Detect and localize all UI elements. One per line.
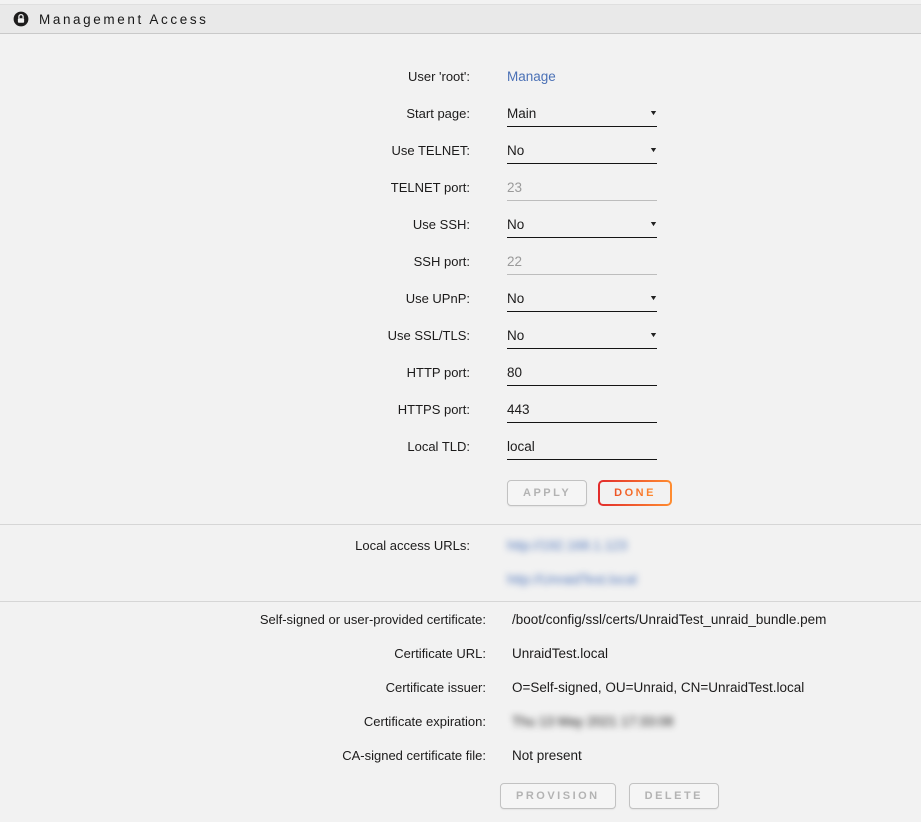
use-ssl-tls-selected-value: No xyxy=(507,328,524,343)
done-button[interactable]: DONE xyxy=(598,480,672,506)
chevron-down-icon: ▼ xyxy=(649,147,658,154)
form-row-user-root: User 'root': Manage xyxy=(0,58,921,95)
local-tld-label: Local TLD: xyxy=(0,439,470,454)
certificate-url-label: Certificate URL: xyxy=(0,646,486,661)
telnet-port-label: TELNET port: xyxy=(0,180,470,195)
certificate-issuer-label: Certificate issuer: xyxy=(0,680,486,695)
http-port-input[interactable]: 80 xyxy=(507,365,657,386)
ssh-port-input: 22 xyxy=(507,254,657,275)
local-access-label: Local access URLs: xyxy=(0,529,470,597)
start-page-label: Start page: xyxy=(0,106,470,121)
form-row-start-page: Start page: Main ▼ xyxy=(0,95,921,132)
lock-circle-icon xyxy=(13,11,29,27)
use-telnet-selected-value: No xyxy=(507,143,524,158)
start-page-select[interactable]: Main ▼ xyxy=(507,106,657,127)
done-button-label: DONE xyxy=(614,487,656,499)
chevron-down-icon: ▼ xyxy=(649,110,658,117)
form-row-ssh-port: SSH port: 22 xyxy=(0,243,921,280)
chevron-down-icon: ▼ xyxy=(649,332,658,339)
local-access-links: http://192.168.1.123http://UnraidTest.lo… xyxy=(507,529,637,597)
use-telnet-label: Use TELNET: xyxy=(0,143,470,158)
cert-row-ca-signed-certificate-file: CA-signed certificate file: Not present xyxy=(0,738,921,772)
https-port-value: 443 xyxy=(507,402,530,417)
http-port-value: 80 xyxy=(507,365,522,380)
telnet-port-input: 23 xyxy=(507,180,657,201)
use-ssl-tls-select[interactable]: No ▼ xyxy=(507,328,657,349)
user-root-label: User 'root': xyxy=(0,69,470,84)
form-row-http-port: HTTP port: 80 xyxy=(0,354,921,391)
ssh-port-label: SSH port: xyxy=(0,254,470,269)
use-upnp-label: Use UPnP: xyxy=(0,291,470,306)
chevron-down-icon: ▼ xyxy=(649,295,658,302)
form-row-local-tld: Local TLD: local xyxy=(0,428,921,465)
certificate-url-value: UnraidTest.local xyxy=(512,646,608,661)
cert-row-self-signed-certificate: Self-signed or user-provided certificate… xyxy=(0,602,921,636)
titlebar: Management Access xyxy=(0,4,921,34)
use-upnp-selected-value: No xyxy=(507,291,524,306)
cert-row-certificate-url: Certificate URL: UnraidTest.local xyxy=(0,636,921,670)
apply-button[interactable]: APPLY xyxy=(507,480,587,506)
use-ssh-label: Use SSH: xyxy=(0,217,470,232)
certificate-expiration-value: Thu 13 May 2021 17:33:08 xyxy=(512,714,673,729)
ca-signed-certificate-file-label: CA-signed certificate file: xyxy=(0,748,486,763)
self-signed-certificate-value: /boot/config/ssl/certs/UnraidTest_unraid… xyxy=(512,612,826,627)
local-access-section: Local access URLs: http://192.168.1.123h… xyxy=(0,524,921,601)
form-row-use-ssl-tls: Use SSL/TLS: No ▼ xyxy=(0,317,921,354)
ca-signed-certificate-file-value: Not present xyxy=(512,748,582,763)
certificate-button-row: PROVISION DELETE xyxy=(500,783,921,809)
form-row-use-upnp: Use UPnP: No ▼ xyxy=(0,280,921,317)
local-tld-input[interactable]: local xyxy=(507,439,657,460)
provision-button[interactable]: PROVISION xyxy=(500,783,616,809)
chevron-down-icon: ▼ xyxy=(649,221,658,228)
use-telnet-select[interactable]: No ▼ xyxy=(507,143,657,164)
certificate-expiration-label: Certificate expiration: xyxy=(0,714,486,729)
management-access-form: User 'root':ManageStart page:Main▼Use TE… xyxy=(0,34,921,465)
delete-button[interactable]: DELETE xyxy=(629,783,719,809)
https-port-label: HTTPS port: xyxy=(0,402,470,417)
form-row-use-telnet: Use TELNET: No ▼ xyxy=(0,132,921,169)
certificate-section: Self-signed or user-provided certificate… xyxy=(0,601,921,772)
form-row-use-ssh: Use SSH: No ▼ xyxy=(0,206,921,243)
manage-link[interactable]: Manage xyxy=(507,69,556,84)
local-tld-value: local xyxy=(507,439,535,454)
use-upnp-select[interactable]: No ▼ xyxy=(507,291,657,312)
cert-row-certificate-expiration: Certificate expiration: Thu 13 May 2021 1… xyxy=(0,704,921,738)
self-signed-certificate-label: Self-signed or user-provided certificate… xyxy=(0,612,486,627)
form-row-telnet-port: TELNET port: 23 xyxy=(0,169,921,206)
https-port-input[interactable]: 443 xyxy=(507,402,657,423)
use-ssl-tls-label: Use SSL/TLS: xyxy=(0,328,470,343)
local-access-url-1[interactable]: http://192.168.1.123 xyxy=(507,529,637,563)
telnet-port-value: 23 xyxy=(507,180,522,195)
use-ssh-select[interactable]: No ▼ xyxy=(507,217,657,238)
ssh-port-value: 22 xyxy=(507,254,522,269)
http-port-label: HTTP port: xyxy=(0,365,470,380)
form-button-row: APPLY DONE xyxy=(507,480,921,506)
page-title: Management Access xyxy=(39,12,209,27)
form-row-https-port: HTTPS port: 443 xyxy=(0,391,921,428)
start-page-selected-value: Main xyxy=(507,106,536,121)
cert-row-certificate-issuer: Certificate issuer: O=Self-signed, OU=Unr… xyxy=(0,670,921,704)
local-access-url-2[interactable]: http://UnraidTest.local xyxy=(507,563,637,597)
use-ssh-selected-value: No xyxy=(507,217,524,232)
certificate-issuer-value: O=Self-signed, OU=Unraid, CN=UnraidTest.… xyxy=(512,680,804,695)
